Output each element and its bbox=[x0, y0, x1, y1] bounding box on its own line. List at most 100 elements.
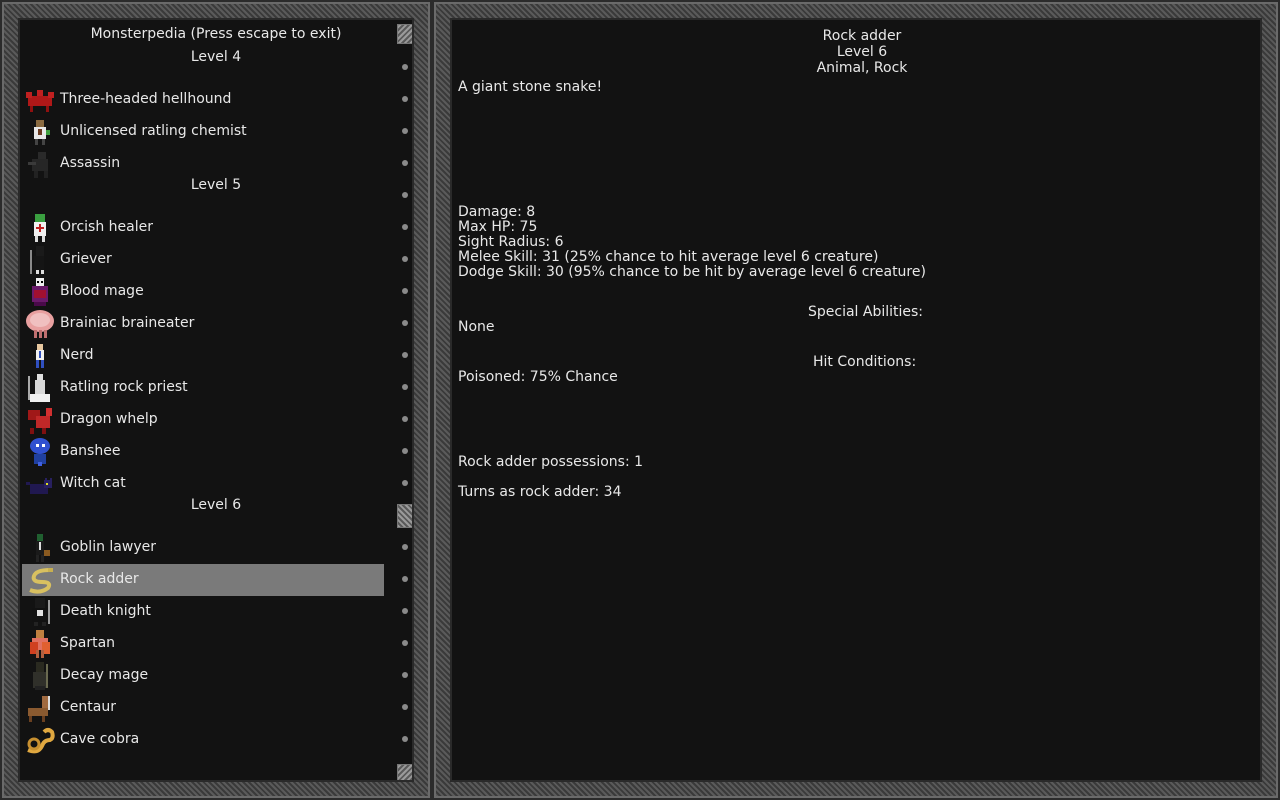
monster-label: Witch cat bbox=[60, 475, 126, 491]
blood-mage-sprite-icon bbox=[32, 278, 48, 306]
scroll-tick bbox=[402, 544, 408, 550]
scroll-tick bbox=[402, 192, 408, 198]
scroll-tick bbox=[402, 704, 408, 710]
scroll-up-arrow-icon[interactable] bbox=[397, 24, 412, 44]
monster-row-decay-mage[interactable]: Decay mage bbox=[22, 660, 384, 692]
monster-row-orcish-healer[interactable]: Orcish healer bbox=[22, 212, 384, 244]
turns-count: Turns as rock adder: 34 bbox=[458, 484, 622, 500]
level-header-5: Level 5 bbox=[190, 177, 242, 193]
scroll-tick bbox=[402, 128, 408, 134]
monster-row-unlicensed-ratling-chemist[interactable]: Unlicensed ratling chemist bbox=[22, 116, 384, 148]
decay-mage-sprite-icon bbox=[33, 662, 48, 690]
monster-detail: Rock adder Level 6 Animal, Rock A giant … bbox=[450, 18, 1262, 782]
monster-detail-panel: Rock adder Level 6 Animal, Rock A giant … bbox=[434, 2, 1278, 798]
centaur-sprite-icon bbox=[28, 696, 50, 722]
ratling-chemist-sprite-icon bbox=[34, 120, 50, 145]
stat-melee-skill: Melee Skill: 31 (25% chance to hit avera… bbox=[458, 249, 879, 265]
scroll-tick bbox=[402, 288, 408, 294]
monster-row-three-headed-hellhound[interactable]: Three-headed hellhound bbox=[22, 84, 384, 116]
dragon-whelp-sprite-icon bbox=[28, 408, 52, 434]
monster-row-cave-cobra[interactable]: Cave cobra bbox=[22, 724, 384, 756]
monster-row-spartan[interactable]: Spartan bbox=[22, 628, 384, 660]
scroll-down-arrow-icon[interactable] bbox=[397, 764, 412, 780]
monster-label: Brainiac braineater bbox=[60, 315, 195, 331]
scroll-tick bbox=[402, 448, 408, 454]
scroll-tick bbox=[402, 320, 408, 326]
monster-row-dragon-whelp[interactable]: Dragon whelp bbox=[22, 404, 384, 436]
monster-row-rock-adder[interactable]: Rock adder bbox=[22, 564, 384, 596]
monster-label: Griever bbox=[60, 251, 112, 267]
monster-label: Banshee bbox=[60, 443, 121, 459]
cave-cobra-sprite-icon bbox=[27, 728, 55, 754]
banshee-sprite-icon bbox=[30, 438, 50, 466]
scroll-tick bbox=[402, 640, 408, 646]
orcish-healer-sprite-icon bbox=[34, 214, 46, 242]
griever-sprite-icon bbox=[30, 246, 44, 274]
monster-row-banshee[interactable]: Banshee bbox=[22, 436, 384, 468]
stat-sight-radius: Sight Radius: 6 bbox=[458, 234, 564, 250]
monster-label: Death knight bbox=[60, 603, 151, 619]
hellhound-sprite-icon bbox=[26, 90, 54, 112]
scroll-tick bbox=[402, 384, 408, 390]
monster-label: Cave cobra bbox=[60, 731, 140, 747]
monster-name: Rock adder bbox=[822, 28, 902, 44]
monster-list: Monsterpedia (Press escape to exit) Leve… bbox=[18, 18, 414, 782]
monster-row-death-knight[interactable]: Death knight bbox=[22, 596, 384, 628]
monster-level: Level 6 bbox=[836, 44, 888, 60]
monster-types: Animal, Rock bbox=[816, 60, 908, 76]
hit-conditions-heading: Hit Conditions: bbox=[813, 354, 917, 370]
monster-row-assassin[interactable]: Assassin bbox=[22, 148, 384, 180]
monster-label: Blood mage bbox=[60, 283, 144, 299]
monster-label: Goblin lawyer bbox=[60, 539, 156, 555]
stat-max-hp: Max HP: 75 bbox=[458, 219, 538, 235]
monster-label: Assassin bbox=[60, 155, 121, 171]
monster-label: Centaur bbox=[60, 699, 116, 715]
monster-row-nerd[interactable]: Nerd bbox=[22, 340, 384, 372]
assassin-sprite-icon bbox=[28, 152, 48, 178]
monster-row-centaur[interactable]: Centaur bbox=[22, 692, 384, 724]
monster-label: Unlicensed ratling chemist bbox=[60, 123, 247, 139]
scroll-tick bbox=[402, 736, 408, 742]
monster-label: Decay mage bbox=[60, 667, 149, 683]
rock-priest-sprite-icon bbox=[28, 374, 50, 402]
scroll-tick bbox=[402, 256, 408, 262]
monster-row-griever[interactable]: Griever bbox=[22, 244, 384, 276]
list-scrollbar[interactable] bbox=[394, 20, 412, 780]
monster-label: Spartan bbox=[60, 635, 116, 651]
stat-damage: Damage: 8 bbox=[458, 204, 536, 220]
list-title: Monsterpedia (Press escape to exit) bbox=[90, 26, 342, 42]
monster-label: Nerd bbox=[60, 347, 94, 363]
level-header-6: Level 6 bbox=[190, 497, 242, 513]
nerd-sprite-icon bbox=[36, 344, 44, 368]
monster-row-brainiac-braineater[interactable]: Brainiac braineater bbox=[22, 308, 384, 340]
monster-description: A giant stone snake! bbox=[458, 79, 603, 95]
level-header-4: Level 4 bbox=[190, 49, 242, 65]
scroll-thumb[interactable] bbox=[397, 504, 412, 528]
braineater-sprite-icon bbox=[26, 310, 54, 338]
scroll-tick bbox=[402, 416, 408, 422]
monster-row-goblin-lawyer[interactable]: Goblin lawyer bbox=[22, 532, 384, 564]
special-abilities-heading: Special Abilities: bbox=[808, 304, 924, 320]
scroll-tick bbox=[402, 96, 408, 102]
scroll-tick bbox=[402, 160, 408, 166]
monster-label: Three-headed hellhound bbox=[60, 91, 232, 107]
monster-row-ratling-rock-priest[interactable]: Ratling rock priest bbox=[22, 372, 384, 404]
scroll-tick bbox=[402, 576, 408, 582]
scroll-tick bbox=[402, 480, 408, 486]
scroll-tick bbox=[402, 672, 408, 678]
special-abilities-value: None bbox=[458, 319, 495, 335]
witch-cat-sprite-icon bbox=[26, 478, 52, 494]
monster-label: Dragon whelp bbox=[60, 411, 158, 427]
scroll-tick bbox=[402, 224, 408, 230]
hit-conditions-value: Poisoned: 75% Chance bbox=[458, 369, 618, 385]
monster-row-blood-mage[interactable]: Blood mage bbox=[22, 276, 384, 308]
death-knight-sprite-icon bbox=[32, 598, 50, 626]
possessions-count: Rock adder possessions: 1 bbox=[458, 454, 644, 470]
monster-row-witch-cat[interactable]: Witch cat bbox=[22, 468, 384, 500]
scroll-tick bbox=[402, 64, 408, 70]
goblin-lawyer-sprite-icon bbox=[36, 534, 50, 562]
stat-dodge-skill: Dodge Skill: 30 (95% chance to be hit by… bbox=[458, 264, 926, 280]
spartan-sprite-icon bbox=[30, 630, 50, 658]
scroll-tick bbox=[402, 352, 408, 358]
rock-adder-sprite-icon bbox=[29, 568, 53, 594]
